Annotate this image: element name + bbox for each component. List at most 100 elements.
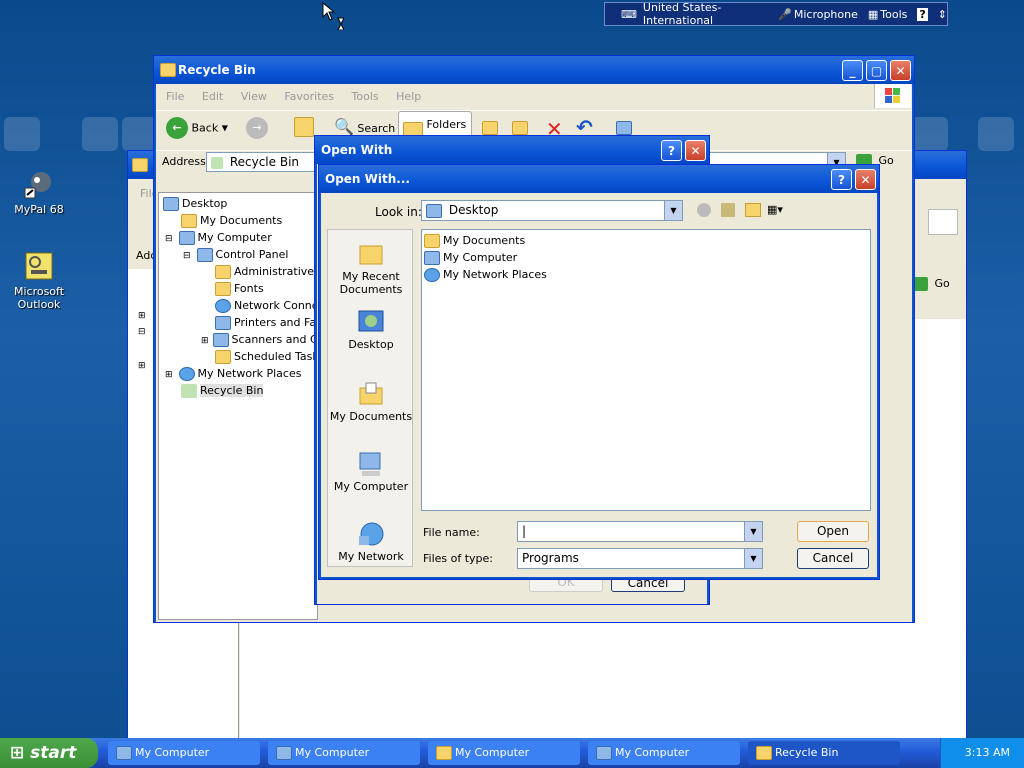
expand-icon[interactable]: ⊞ [201, 336, 209, 346]
folder-icon [436, 746, 452, 760]
text-cursor: | [522, 524, 527, 538]
search-icon: 🔍 [334, 117, 354, 136]
maximize-button[interactable]: ▢ [866, 60, 887, 81]
dialog-titlebar: Open With... [319, 165, 879, 193]
langbar-options-icon[interactable]: ⇕ [938, 8, 947, 21]
back-go-area: Go [912, 277, 964, 295]
place-desktop[interactable]: Desktop [328, 308, 412, 351]
back-label: Back [191, 121, 219, 135]
tree-item-administrative-tools[interactable]: Administrative T [159, 263, 324, 280]
task-my-computer-2[interactable]: My Computer [268, 741, 420, 765]
back-button[interactable]: ← Back ▼ [166, 117, 228, 143]
tools-label[interactable]: Tools [880, 8, 907, 21]
tree-item-scheduled-tasks[interactable]: Scheduled Tasks [159, 348, 325, 365]
keyboard-icon[interactable]: ⌨ [621, 8, 637, 21]
file-name-label: File name: [423, 526, 480, 539]
task-my-computer-4[interactable]: My Computer [588, 741, 740, 765]
admin-tools-icon [215, 265, 231, 279]
file-item-my-computer[interactable]: My Computer [424, 249, 868, 266]
tree-item-network-connections[interactable]: Network Connect [159, 297, 329, 314]
desktop-icon-outlook[interactable]: Microsoft Outlook [4, 250, 74, 311]
tree-item-scanners[interactable]: ⊞ Scanners and C [159, 331, 318, 348]
outer-dialog-title: Open With [321, 143, 393, 157]
close-button[interactable]: ✕ [685, 140, 706, 161]
expander[interactable]: ⊞ [138, 311, 146, 321]
collapse-icon[interactable]: ⊟ [183, 251, 191, 261]
task-my-computer-3[interactable]: My Computer [428, 741, 580, 765]
up-folder-button[interactable] [294, 117, 317, 137]
place-my-documents[interactable]: My Documents [328, 380, 412, 423]
open-button[interactable]: Open [797, 521, 869, 542]
file-item-my-network-places[interactable]: My Network Places [424, 266, 868, 283]
place-my-network[interactable]: My Network [328, 520, 412, 563]
tools-icon[interactable]: ▦ [868, 8, 878, 21]
close-button[interactable]: ✕ [890, 60, 911, 81]
place-recent-documents[interactable]: My Recent Documents [328, 240, 412, 296]
task-label: My Computer [135, 746, 210, 759]
tree-item-my-network-places[interactable]: ⊞ My Network Places [159, 365, 317, 382]
places-bar: My Recent Documents Desktop My Documents… [327, 229, 413, 567]
place-my-computer[interactable]: My Computer [328, 450, 412, 493]
forward-button[interactable]: → [246, 117, 268, 139]
language-label[interactable]: United States-International [643, 1, 766, 27]
menu-favorites[interactable]: Favorites [284, 90, 334, 103]
tree-item-recycle-bin[interactable]: Recycle Bin [159, 382, 317, 399]
task-recycle-bin[interactable]: Recycle Bin [748, 741, 900, 765]
tree-item-desktop[interactable]: Desktop [159, 195, 317, 212]
expander[interactable]: ⊞ [138, 361, 146, 371]
chevron-down-icon[interactable]: ▼ [744, 549, 762, 568]
file-item-my-documents[interactable]: My Documents [424, 232, 868, 249]
chevron-down-icon[interactable]: ▼ [222, 124, 228, 133]
file-name-field[interactable]: | ▼ [517, 521, 763, 542]
tree-item-my-computer[interactable]: ⊟ My Computer [159, 229, 317, 246]
tree-item-control-panel[interactable]: ⊟ Control Panel [159, 246, 317, 263]
expand-icon[interactable]: ⊞ [165, 370, 173, 380]
view-menu-icon[interactable]: ▦▾ [767, 203, 789, 217]
tree-item-fonts[interactable]: Fonts [159, 280, 317, 297]
views-icon[interactable] [616, 121, 632, 135]
folder-icon [160, 63, 176, 77]
search-button[interactable]: 🔍 Search [334, 117, 395, 136]
cancel-button[interactable]: Cancel [797, 548, 869, 569]
menu-view[interactable]: View [241, 90, 267, 103]
tree-item-printers[interactable]: Printers and Fax [159, 314, 323, 331]
clock[interactable]: 3:13 AM [965, 746, 1010, 759]
task-my-computer-1[interactable]: My Computer [108, 741, 260, 765]
go-label[interactable]: Go [935, 277, 950, 290]
close-button[interactable]: ✕ [855, 169, 876, 190]
menu-tools[interactable]: Tools [352, 90, 379, 103]
desktop-icon-mypal[interactable]: MyPal 68 [4, 168, 74, 216]
tree-item-my-documents[interactable]: My Documents [159, 212, 317, 229]
fonts-icon [215, 282, 231, 296]
menu-help[interactable]: Help [396, 90, 421, 103]
up-folder-icon[interactable] [721, 203, 735, 217]
language-bar: ⌨ United States-International 🎤 Micropho… [604, 1, 948, 27]
microphone-label[interactable]: Microphone [794, 8, 858, 21]
look-in-select[interactable]: Desktop ▼ [421, 200, 683, 221]
back-arrow-icon[interactable] [697, 203, 711, 217]
help-button[interactable]: ? [831, 169, 852, 190]
move-to-icon[interactable] [482, 121, 498, 135]
files-of-type-select[interactable]: Programs ▼ [517, 548, 763, 569]
search-label: Search [357, 122, 396, 135]
menu-file[interactable]: File [166, 90, 184, 103]
start-button[interactable]: ⊞ start [0, 738, 98, 768]
look-in-value: Desktop [448, 203, 499, 217]
minimize-button[interactable]: _ [842, 60, 863, 81]
my-computer-icon [596, 746, 612, 760]
outlook-icon [23, 250, 55, 282]
expander[interactable]: ⊟ [138, 327, 146, 337]
new-folder-icon[interactable] [745, 203, 761, 217]
up-folder-icon [294, 117, 314, 137]
collapse-icon[interactable]: ⊟ [165, 234, 173, 244]
menu-edit[interactable]: Edit [202, 90, 223, 103]
chevron-down-icon[interactable]: ▼ [744, 522, 762, 541]
chevron-down-icon[interactable]: ▼ [664, 201, 682, 220]
folders-label: Folders [426, 118, 467, 131]
help-button[interactable]: ? [661, 140, 682, 161]
help-button[interactable]: ? [917, 7, 928, 21]
desktop-icon [426, 203, 442, 218]
microphone-icon[interactable]: 🎤 [778, 8, 792, 21]
copy-to-icon[interactable] [512, 121, 528, 135]
address-value: Recycle Bin [229, 155, 300, 169]
